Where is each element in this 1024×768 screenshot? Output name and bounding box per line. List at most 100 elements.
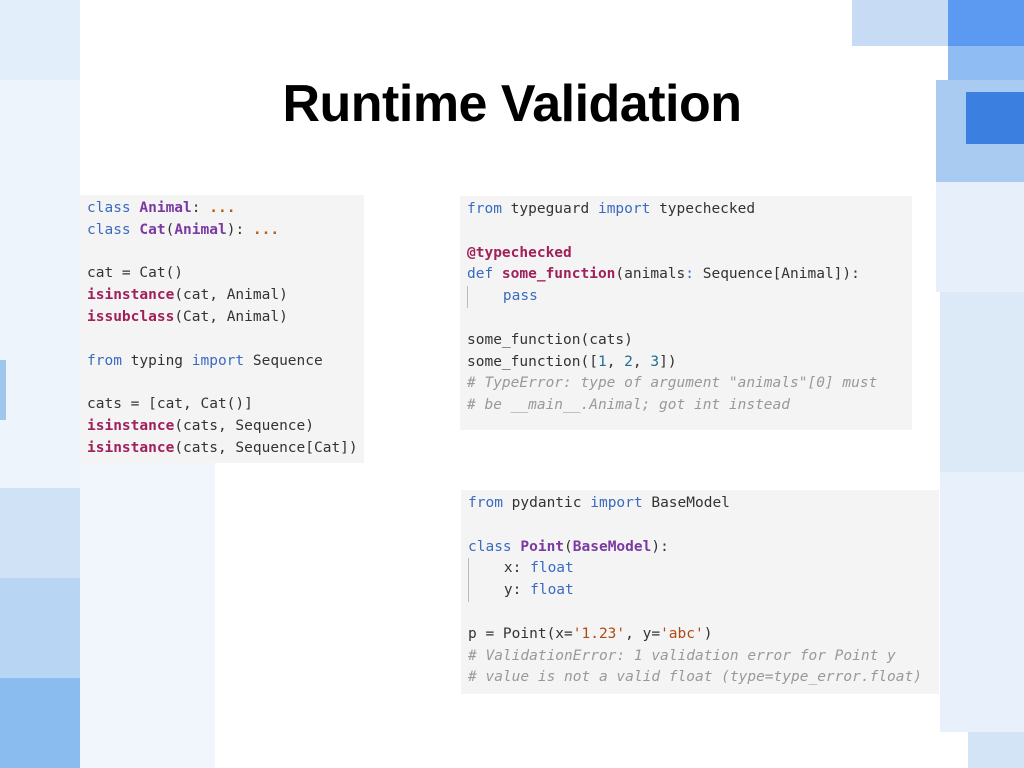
- background-decoration: [968, 732, 1024, 768]
- code-token: 3: [650, 353, 660, 370]
- code-token: cat = Cat(): [87, 265, 184, 282]
- code-token: ]): [659, 353, 677, 370]
- code-token: (cats, Sequence[Cat]): [174, 439, 358, 456]
- code-token: import: [191, 352, 253, 369]
- code-token: BaseModel: [572, 538, 652, 555]
- code-token: cats = [cat, Cat()]: [87, 396, 253, 413]
- code-token: ,: [606, 353, 625, 370]
- code-line: issubclass(Cat, Animal): [87, 307, 357, 329]
- code-token: issubclass: [87, 308, 175, 325]
- background-decoration: [0, 678, 80, 768]
- code-token: some_function([: [467, 353, 598, 370]
- code-token: 2: [624, 353, 633, 370]
- code-token: (cats, Sequence): [174, 417, 314, 434]
- code-token: ):: [226, 221, 253, 238]
- code-line: def some_function(animals: Sequence[Anim…: [467, 264, 905, 286]
- code-token: some_function: [501, 266, 616, 283]
- code-token: (cat, Animal): [174, 287, 288, 304]
- code-line: class Animal: ...: [87, 198, 357, 220]
- code-token: float: [530, 582, 574, 599]
- background-decoration: [948, 0, 1024, 46]
- code-line: y: float: [468, 580, 932, 602]
- background-decoration: [0, 0, 80, 80]
- code-line: isinstance(cats, Sequence): [87, 416, 357, 438]
- code-line: # value is not a valid float (type=type_…: [468, 667, 932, 689]
- code-token: def: [467, 266, 502, 283]
- code-token: 'abc': [660, 625, 704, 642]
- code-line: # ValidationError: 1 validation error fo…: [468, 646, 932, 668]
- code-token: typeguard: [510, 201, 598, 217]
- code-block-typeguard: from typeguard import typechecked @typech…: [460, 196, 912, 430]
- code-token: (Cat, Animal): [174, 308, 288, 325]
- code-token: pass: [468, 288, 538, 305]
- code-block-pydantic: from pydantic import BaseModel class Poin…: [461, 490, 939, 694]
- code-token: from: [467, 201, 511, 217]
- slide-title: Runtime Validation: [282, 75, 742, 133]
- code-line: p = Point(x='1.23', y='abc'): [468, 624, 932, 646]
- code-token: import: [590, 495, 652, 511]
- code-token: some_function(cats): [467, 331, 633, 348]
- code-token: '1.23': [572, 625, 626, 642]
- code-line: x: float: [468, 558, 932, 581]
- code-line: isinstance(cats, Sequence[Cat]): [87, 438, 358, 460]
- background-decoration: [0, 488, 80, 578]
- code-token: isinstance: [87, 287, 175, 304]
- code-line: isinstance(cat, Animal): [87, 285, 357, 307]
- code-token: typechecked: [659, 201, 756, 217]
- code-line: # TypeError: type of argument "animals"[…: [467, 373, 905, 395]
- code-line: cats = [cat, Cat()]: [87, 394, 357, 416]
- code-line: class Cat(Animal): ...: [87, 220, 357, 242]
- code-token: # ValidationError: 1 validation error fo…: [468, 647, 896, 664]
- code-token: # be __main__.Animal; got int instead: [467, 397, 791, 414]
- code-token: Animal: [174, 221, 227, 238]
- code-token: y:: [469, 582, 531, 599]
- code-token: :: [191, 200, 210, 216]
- code-line: pass: [467, 286, 905, 308]
- code-token: from: [468, 495, 512, 511]
- code-token: float: [530, 560, 574, 577]
- code-token: # value is not a valid float (type=type_…: [468, 669, 922, 686]
- code-token: class: [87, 200, 140, 216]
- code-line: from typeguard import typechecked: [467, 199, 905, 221]
- code-token: # TypeError: type of argument "animals"[…: [467, 375, 878, 392]
- code-token: class: [468, 538, 521, 555]
- background-decoration: [0, 578, 80, 678]
- code-token: @typechecked: [467, 244, 572, 261]
- code-token: isinstance: [87, 417, 175, 434]
- code-token: (: [564, 538, 573, 555]
- code-line: class Point(BaseModel):: [468, 537, 932, 559]
- code-token: p = Point(x=: [468, 625, 573, 642]
- code-token: ...: [209, 200, 236, 216]
- code-token: ):: [651, 538, 669, 555]
- code-token: Animal: [139, 200, 192, 216]
- code-token: import: [597, 201, 660, 217]
- code-token: ,: [632, 353, 651, 370]
- code-line: some_function([1, 2, 3]): [467, 352, 905, 374]
- background-decoration: [940, 472, 1024, 732]
- code-line: cat = Cat(): [87, 263, 357, 285]
- background-decoration: [940, 292, 1024, 472]
- code-token: ): [703, 625, 713, 642]
- code-token: Sequence[Animal]):: [702, 266, 860, 283]
- code-token: pydantic: [511, 495, 591, 511]
- code-token: (animals: [615, 266, 686, 283]
- code-token: from: [87, 352, 131, 369]
- background-decoration: [852, 0, 948, 46]
- code-token: Point: [520, 538, 565, 555]
- code-token: , y=: [625, 625, 661, 642]
- code-line: some_function(cats): [467, 330, 905, 352]
- code-line: from typing import Sequence: [87, 351, 357, 373]
- code-block-isinstance: class Animal: ... class Cat(Animal): ... c…: [80, 195, 364, 463]
- code-line: @typechecked: [467, 243, 905, 265]
- code-token: typing: [130, 352, 192, 369]
- code-token: ...: [252, 221, 280, 238]
- code-token: x:: [469, 560, 531, 577]
- code-line: # be __main__.Animal; got int instead: [467, 395, 905, 417]
